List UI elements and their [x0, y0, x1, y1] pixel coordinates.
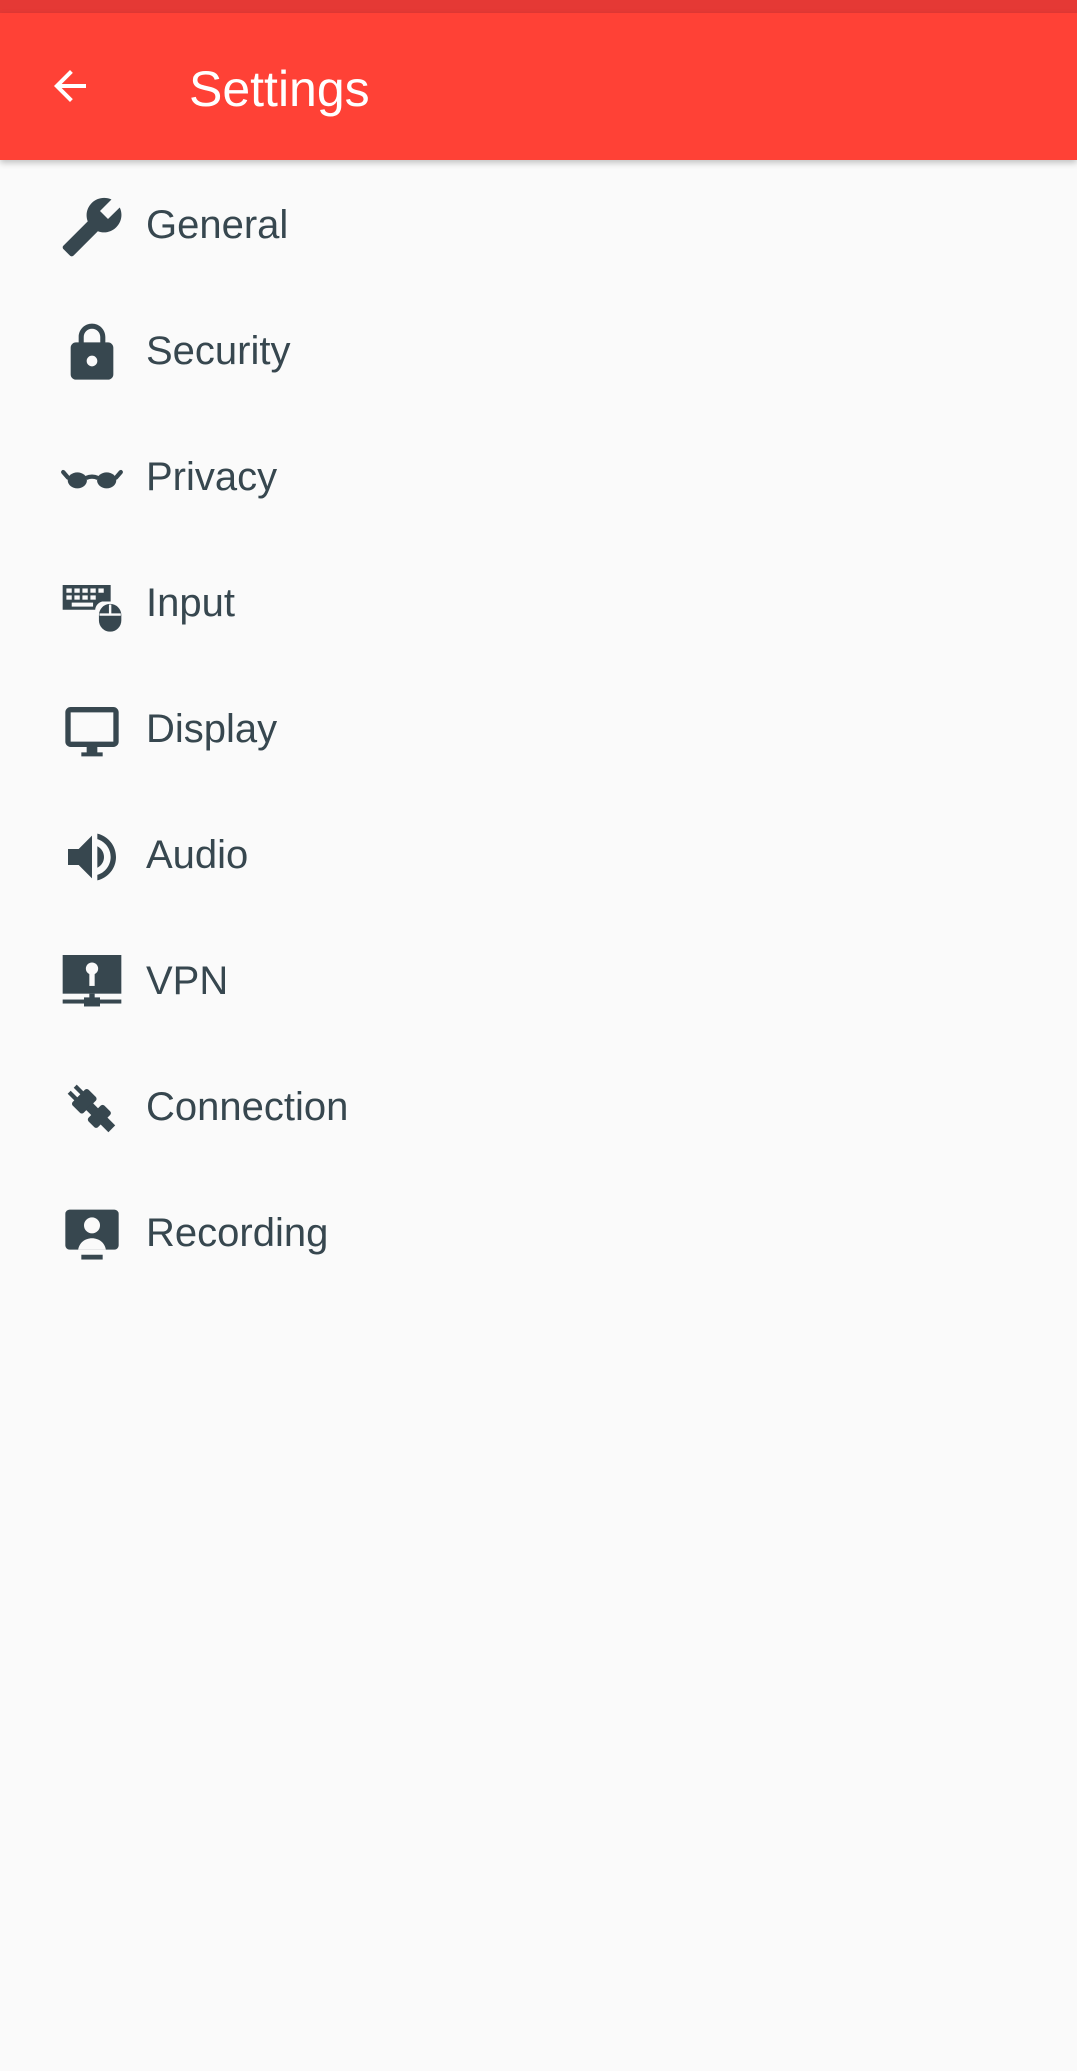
- plug-icon: [60, 1077, 124, 1141]
- settings-item-recording[interactable]: Recording: [0, 1168, 1077, 1294]
- settings-item-label: Security: [146, 329, 291, 373]
- page-title: Settings: [189, 61, 370, 117]
- settings-item-label: Recording: [146, 1211, 329, 1255]
- lock-icon: [60, 321, 124, 385]
- settings-item-connection[interactable]: Connection: [0, 1042, 1077, 1168]
- wrench-icon: [60, 195, 124, 259]
- settings-item-security[interactable]: Security: [0, 286, 1077, 412]
- settings-item-label: Input: [146, 581, 235, 625]
- settings-item-label: Audio: [146, 833, 249, 877]
- settings-item-label: Display: [146, 707, 278, 751]
- arrow-left-icon: [54, 70, 86, 102]
- settings-item-display[interactable]: Display: [0, 664, 1077, 790]
- settings-list: General Security Privacy Input Display A…: [0, 160, 1077, 1294]
- settings-item-general[interactable]: General: [0, 160, 1077, 286]
- keyboard-mouse-icon: [60, 573, 124, 637]
- settings-item-input[interactable]: Input: [0, 538, 1077, 664]
- settings-item-privacy[interactable]: Privacy: [0, 412, 1077, 538]
- back-button[interactable]: [30, 46, 110, 126]
- speaker-icon: [60, 825, 124, 889]
- settings-item-label: Privacy: [146, 455, 278, 499]
- monitor-icon: [60, 699, 124, 763]
- settings-item-label: Connection: [146, 1085, 349, 1129]
- screen-recording-icon: [60, 1203, 124, 1267]
- settings-item-label: General: [146, 203, 289, 247]
- glasses-icon: [60, 447, 124, 511]
- settings-item-label: VPN: [146, 959, 229, 1003]
- vpn-monitor-icon: [60, 951, 124, 1015]
- app-bar: Settings: [0, 13, 1077, 160]
- settings-item-audio[interactable]: Audio: [0, 790, 1077, 916]
- settings-item-vpn[interactable]: VPN: [0, 916, 1077, 1042]
- status-bar: [0, 0, 1077, 13]
